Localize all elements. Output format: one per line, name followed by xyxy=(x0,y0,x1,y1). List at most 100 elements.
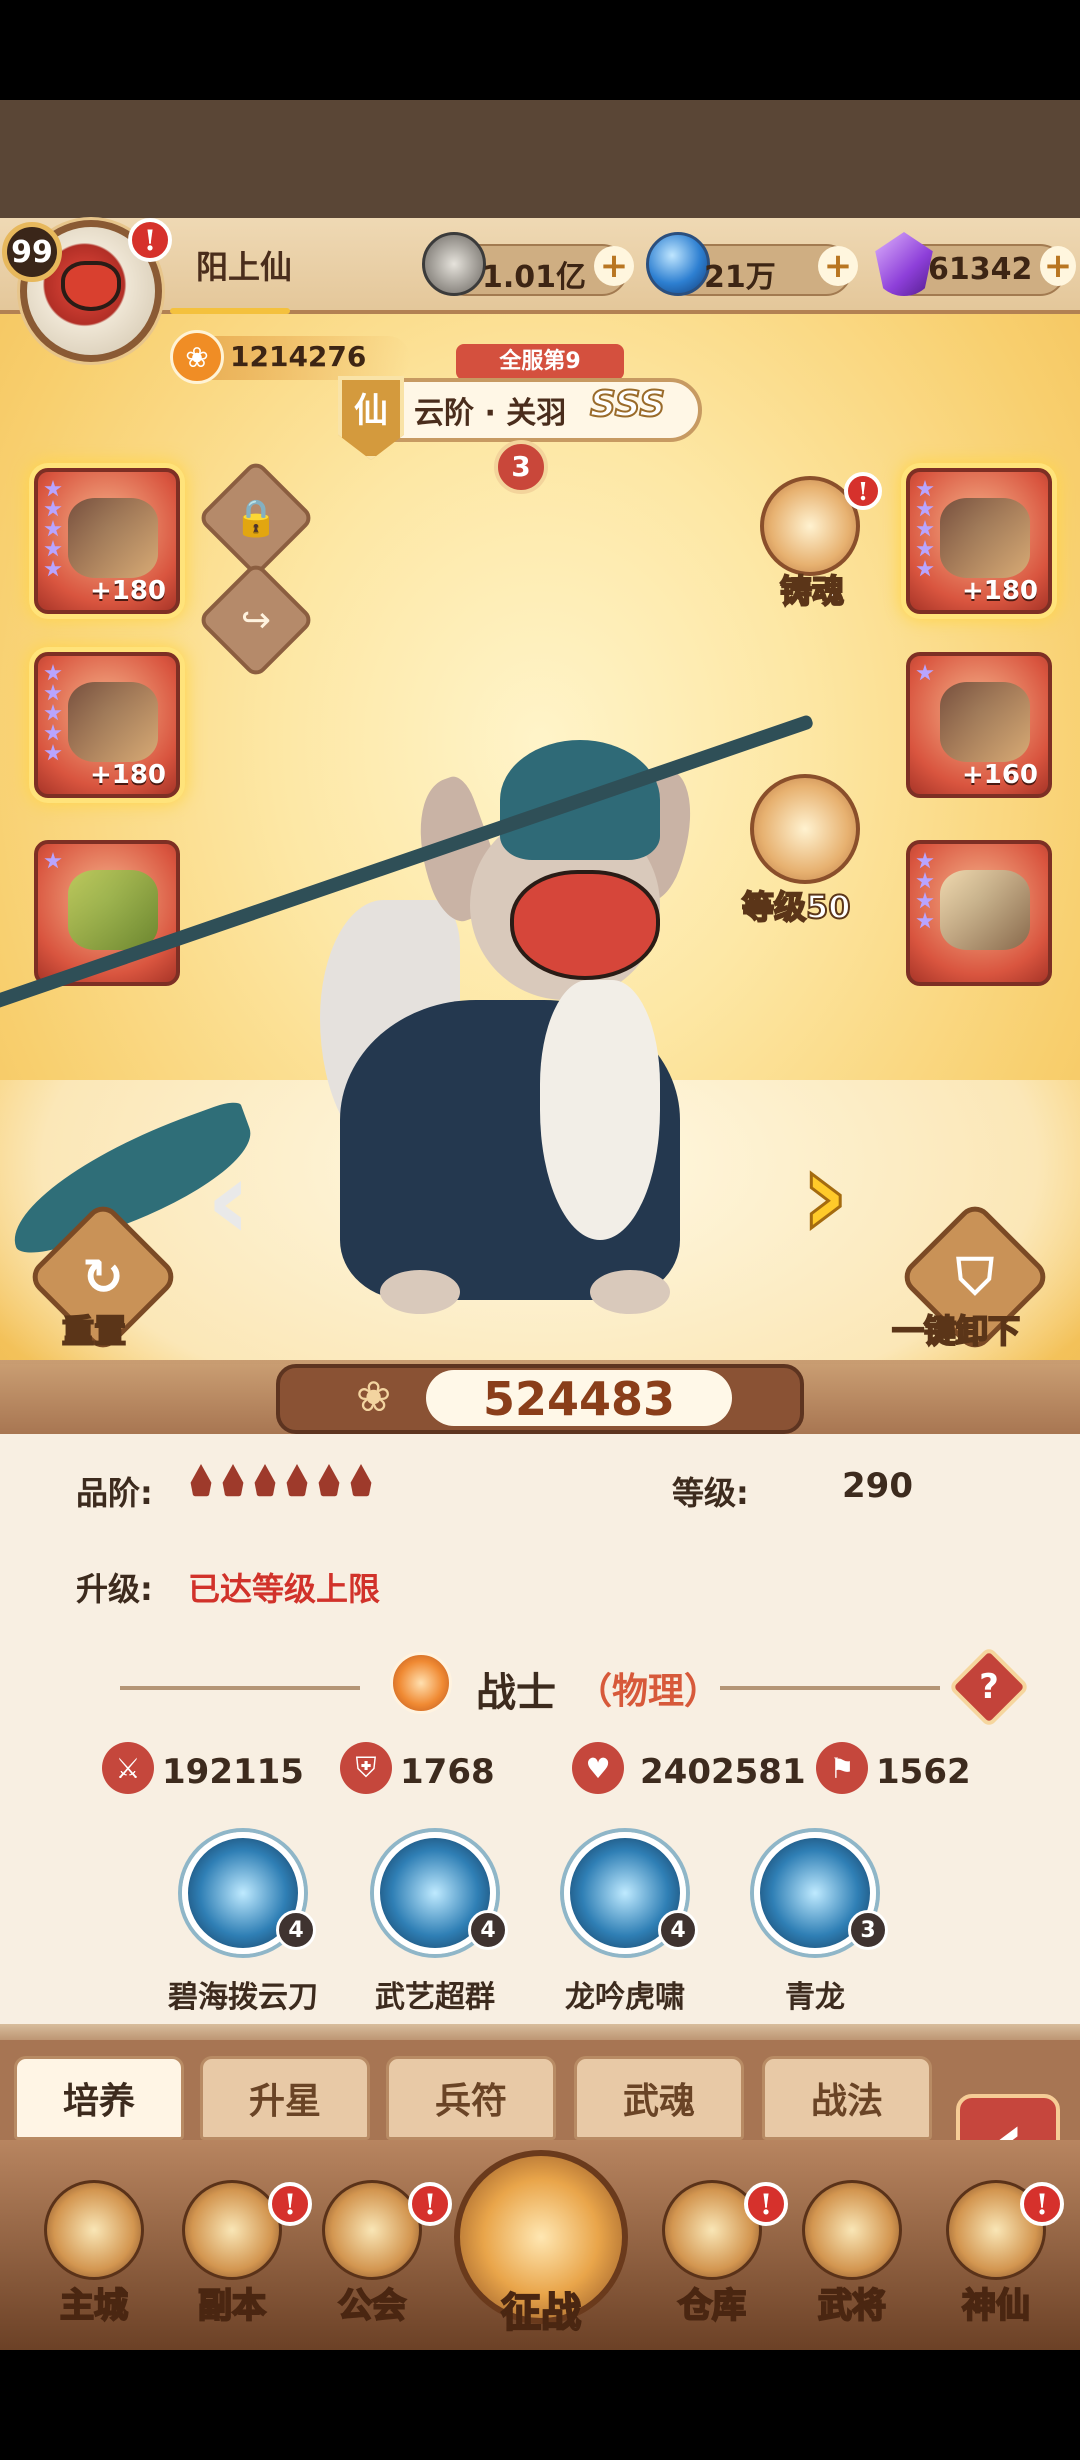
warrior-class-icon xyxy=(390,1652,452,1714)
skill-name: 碧海拨云刀 xyxy=(168,1980,318,2015)
server-rank-tag: 全服第9 xyxy=(456,344,624,380)
divider xyxy=(720,1686,940,1690)
warehouse-alert-icon: ! xyxy=(744,2182,788,2226)
exp-bar xyxy=(170,308,290,314)
defense-value: 1768 xyxy=(400,1752,495,1792)
hero-foot xyxy=(590,1270,670,1314)
sword-shield-icon xyxy=(182,2180,282,2280)
skill-level: 4 xyxy=(276,1910,316,1950)
player-level-badge: 99 xyxy=(2,222,62,282)
equip-bonus: +160 xyxy=(961,760,1038,790)
divider xyxy=(120,1686,360,1690)
top-backdrop xyxy=(0,100,1080,220)
tab-train[interactable]: 培养 xyxy=(14,2056,184,2140)
equipment-art xyxy=(940,682,1030,762)
next-hero-arrow[interactable]: › xyxy=(799,1134,880,1257)
paw-icon: ❀ xyxy=(170,330,224,384)
flag-icon xyxy=(322,2180,422,2280)
nav-label: 仓库 xyxy=(677,2285,747,2327)
star-rating xyxy=(916,480,934,578)
shield-icon: ⛨ xyxy=(340,1742,392,1794)
heart-icon: ♥ xyxy=(572,1742,624,1794)
equipment-art xyxy=(68,682,158,762)
boot-icon: ⚑ xyxy=(816,1742,868,1794)
add-crystal-button[interactable]: + xyxy=(1040,246,1076,286)
castle-icon xyxy=(44,2180,144,2280)
resource-crystal-value: 61342 xyxy=(928,252,1033,287)
lock-icon: 🔒 xyxy=(233,498,279,539)
nav-label: 副本 xyxy=(197,2285,267,2327)
quality-drops xyxy=(188,1464,374,1498)
nav-main-city[interactable]: 主城 xyxy=(34,2180,154,2330)
tab-spirit[interactable]: 武魂 xyxy=(574,2056,744,2140)
skill-name: 武艺超群 xyxy=(375,1980,495,2015)
player-name: 阳上仙 xyxy=(196,248,293,286)
star-rating xyxy=(44,480,62,578)
equip-bonus: +180 xyxy=(961,576,1038,606)
hero-title: 云阶 · 关羽 xyxy=(414,396,567,431)
equip-slot-5[interactable]: +160 xyxy=(906,652,1052,798)
immortals-alert-icon: ! xyxy=(1020,2182,1064,2226)
class-name: 战士 xyxy=(476,1670,556,1716)
skill-level: 4 xyxy=(468,1910,508,1950)
star-rating xyxy=(44,664,62,762)
dungeon-alert-icon: ! xyxy=(268,2182,312,2226)
hero-star-level: 3 xyxy=(494,440,548,494)
equip-slot-1[interactable]: +180 xyxy=(34,468,180,614)
weapon-level-label: 等级50 xyxy=(741,887,852,927)
reset-label: 重置 xyxy=(61,1311,127,1351)
nav-label: 征战 xyxy=(500,2289,582,2337)
tab-tally[interactable]: 兵符 xyxy=(386,2056,556,2140)
info-panel xyxy=(0,1410,1080,2036)
tab-tactics[interactable]: 战法 xyxy=(762,2056,932,2140)
speed-value: 1562 xyxy=(876,1752,971,1792)
skill-name: 青龙 xyxy=(785,1980,845,2015)
nav-generals[interactable]: 武将 xyxy=(792,2180,912,2330)
sword-icon: ⚔ xyxy=(102,1742,154,1794)
star-rating xyxy=(44,852,62,870)
paw-score-value: 1214276 xyxy=(230,340,367,373)
coin-icon xyxy=(422,232,486,296)
equip-bonus: +180 xyxy=(89,576,166,606)
equip-slot-6[interactable] xyxy=(906,840,1052,986)
avatar-alert-icon: ! xyxy=(128,218,172,262)
attack-value: 192115 xyxy=(162,1752,304,1792)
guild-alert-icon: ! xyxy=(408,2182,452,2226)
upgrade-status: 已达等级上限 xyxy=(188,1570,381,1608)
share-icon: ↪ xyxy=(240,599,272,641)
skill-name: 龙吟虎啸 xyxy=(565,1980,685,2015)
blue-orb-icon xyxy=(646,232,710,296)
upgrade-label: 升级: xyxy=(76,1570,153,1608)
cast-soul-alert-icon: ! xyxy=(844,472,882,510)
hero-beard xyxy=(540,980,660,1240)
prev-hero-arrow[interactable]: ‹ xyxy=(206,1145,276,1255)
level-label: 等级: xyxy=(672,1474,749,1512)
mask-icon xyxy=(61,261,121,311)
equip-slot-2[interactable]: +180 xyxy=(34,652,180,798)
equipment-art xyxy=(68,498,158,578)
paw-icon: ❀ xyxy=(356,1372,392,1421)
add-coin-button[interactable]: + xyxy=(594,246,634,286)
hero-foot xyxy=(380,1270,460,1314)
equipment-art xyxy=(940,870,1030,950)
star-rating xyxy=(916,664,934,682)
hero-mask xyxy=(510,870,660,980)
add-orb-button[interactable]: + xyxy=(818,246,858,286)
star-rating xyxy=(916,852,934,930)
status-bar-area xyxy=(0,0,1080,100)
cast-soul-label: 铸魂 xyxy=(779,571,845,611)
equipment-art xyxy=(68,870,158,950)
nav-label: 神仙 xyxy=(961,2285,1031,2327)
equip-slot-4[interactable]: +180 xyxy=(906,468,1052,614)
weapon-bow-button[interactable] xyxy=(750,774,860,884)
tab-star-up[interactable]: 升星 xyxy=(200,2056,370,2140)
power-value-display: 524483 xyxy=(482,1372,676,1426)
resource-orb-value: 21万 xyxy=(704,260,776,295)
quality-label: 品阶: xyxy=(76,1474,153,1512)
cat-general-icon xyxy=(802,2180,902,2280)
help-icon: ? xyxy=(979,1667,999,1707)
skill-level: 3 xyxy=(848,1910,888,1950)
nav-campaign[interactable]: 征战 xyxy=(454,2150,628,2340)
unequip-all-label: 一键卸下 xyxy=(891,1311,1021,1351)
equipment-art xyxy=(940,498,1030,578)
